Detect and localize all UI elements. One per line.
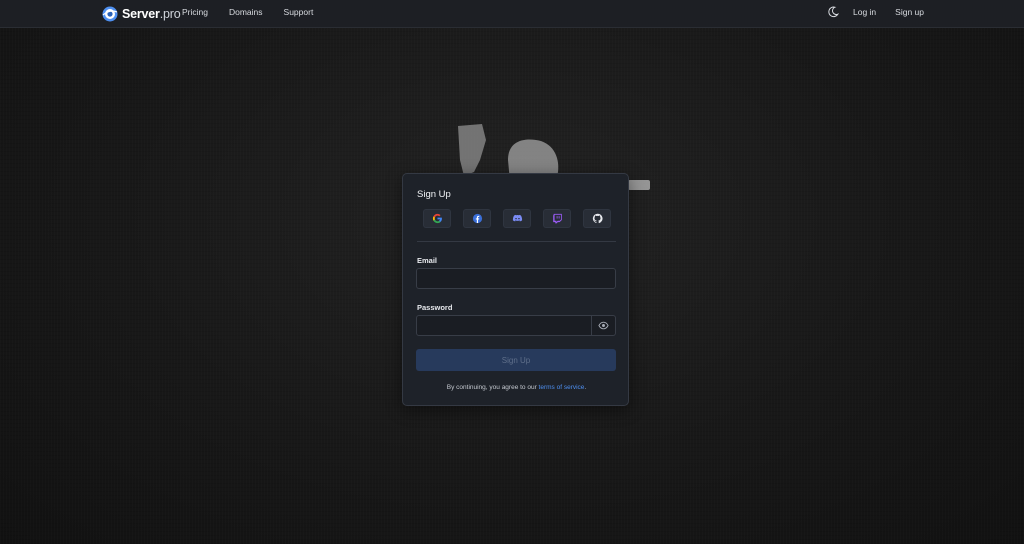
facebook-login-button[interactable]: [463, 209, 491, 228]
terms-of-service-link[interactable]: terms of service: [539, 384, 585, 391]
social-login-row: [423, 209, 611, 228]
signup-card: Sign Up Email Password Sign Up By contin…: [402, 173, 629, 406]
email-field[interactable]: [416, 268, 616, 289]
brand-name-main: Server: [122, 7, 160, 21]
brand-name-suffix: .pro: [159, 7, 181, 21]
discord-login-button[interactable]: [503, 209, 531, 228]
server-pro-logo-icon: [102, 6, 118, 22]
show-password-button[interactable]: [592, 315, 616, 336]
twitch-icon: [552, 213, 562, 224]
github-login-button[interactable]: [583, 209, 611, 228]
nav-link-domains[interactable]: Domains: [229, 7, 263, 18]
password-field[interactable]: [416, 315, 592, 336]
brand-logo-link[interactable]: Server.pro: [102, 4, 181, 24]
signup-link[interactable]: Sign up: [895, 6, 924, 18]
terms-suffix: .: [584, 384, 587, 391]
twitch-login-button[interactable]: [543, 209, 571, 228]
google-login-button[interactable]: [423, 209, 451, 228]
nav-right-group: Log in Sign up: [827, 6, 924, 18]
eye-icon: [598, 321, 609, 330]
login-link[interactable]: Log in: [853, 6, 876, 18]
signup-submit-button[interactable]: Sign Up: [416, 349, 616, 371]
discord-icon: [512, 214, 522, 222]
terms-notice: By continuing, you agree to our terms of…: [403, 384, 630, 392]
password-label: Password: [417, 303, 453, 312]
moon-icon[interactable]: [827, 6, 839, 18]
signup-title: Sign Up: [417, 189, 451, 200]
nav-link-support[interactable]: Support: [284, 7, 314, 18]
email-label: Email: [417, 256, 438, 265]
top-navbar: Server.pro Pricing Domains Support Log i…: [0, 0, 1024, 28]
github-icon: [592, 213, 603, 224]
facebook-icon: [472, 213, 482, 224]
divider: [417, 241, 616, 242]
google-icon: [432, 213, 442, 224]
nav-links: Pricing Domains Support: [182, 7, 334, 18]
page: Server.pro Pricing Domains Support Log i…: [0, 0, 1024, 544]
brand-name: Server.pro: [122, 7, 181, 21]
terms-prefix: By continuing, you agree to our: [446, 384, 539, 391]
nav-link-pricing[interactable]: Pricing: [182, 7, 208, 18]
